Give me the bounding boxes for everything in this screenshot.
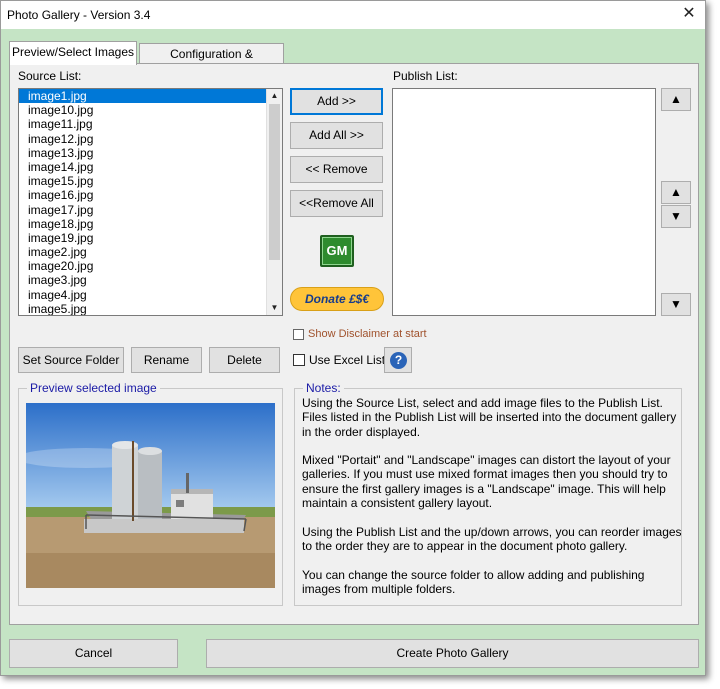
source-list-item[interactable]: image18.jpg [19, 217, 282, 231]
notes-paragraph: Using the Publish List and the up/down a… [302, 524, 682, 553]
show-disclaimer-checkbox[interactable] [293, 329, 304, 340]
delete-button[interactable]: Delete [209, 347, 280, 373]
help-button[interactable]: ? [384, 347, 412, 373]
source-list-scrollbar[interactable]: ▲ ▼ [266, 89, 282, 315]
tab-preview-select-images[interactable]: Preview/Select Images [9, 41, 137, 65]
source-list-item[interactable]: image3.jpg [19, 273, 282, 287]
preview-label: Preview selected image [27, 381, 160, 395]
source-list-items: image1.jpg image10.jpg image11.jpg image12.… [19, 89, 282, 315]
scroll-thumb[interactable] [269, 104, 280, 260]
arrow-up-icon: ▲ [670, 185, 682, 199]
title-bar: Photo Gallery - Version 3.4 ✕ [1, 1, 705, 29]
use-excel-list-checkbox[interactable] [293, 354, 305, 366]
move-bottom-button[interactable]: ▼ [661, 293, 691, 316]
notes-label: Notes: [303, 381, 344, 395]
source-list-item[interactable]: image14.jpg [19, 160, 282, 174]
publish-list-label: Publish List: [393, 69, 458, 83]
source-list-item[interactable]: image13.jpg [19, 146, 282, 160]
tab-configuration-formatting[interactable]: Configuration & Formatting [139, 43, 284, 81]
source-list-item[interactable]: image15.jpg [19, 174, 282, 188]
add-all-button[interactable]: Add All >> [290, 122, 383, 149]
move-top-button[interactable]: ▲ [661, 88, 691, 111]
rename-button[interactable]: Rename [131, 347, 202, 373]
source-list-item[interactable]: image10.jpg [19, 103, 282, 117]
remove-button[interactable]: << Remove [290, 156, 383, 183]
notes-paragraph: Mixed "Portait" and "Landscape" images c… [302, 453, 671, 511]
source-list-item[interactable]: image2.jpg [19, 245, 282, 259]
source-list-item[interactable]: image12.jpg [19, 132, 282, 146]
source-list-item[interactable]: image4.jpg [19, 288, 282, 302]
source-list-item[interactable]: image17.jpg [19, 203, 282, 217]
arrow-down-icon: ▼ [670, 297, 682, 311]
move-up-button[interactable]: ▲ [661, 181, 691, 204]
arrow-down-icon: ▼ [670, 209, 682, 223]
donate-button[interactable]: Donate £$€ [290, 287, 384, 311]
source-list-item[interactable]: image19.jpg [19, 231, 282, 245]
arrow-up-icon: ▲ [670, 92, 682, 106]
source-list-item[interactable]: image16.jpg [19, 188, 282, 202]
publish-list[interactable] [392, 88, 656, 316]
scroll-up-icon[interactable]: ▲ [267, 89, 282, 103]
photo-gallery-window: Photo Gallery - Version 3.4 ✕ Preview/Se… [0, 0, 706, 676]
source-list[interactable]: image1.jpg image10.jpg image11.jpg image12.… [18, 88, 283, 316]
create-photo-gallery-button[interactable]: Create Photo Gallery [206, 639, 699, 668]
set-source-folder-button[interactable]: Set Source Folder [18, 347, 124, 373]
add-button[interactable]: Add >> [290, 88, 383, 115]
source-list-label: Source List: [18, 69, 82, 83]
source-list-item[interactable]: image5.jpg [19, 302, 282, 315]
source-list-item[interactable]: image20.jpg [19, 259, 282, 273]
source-list-item[interactable]: image1.jpg [19, 89, 282, 104]
notes-paragraph: Using the Source List, select and add im… [302, 396, 677, 439]
gm-button[interactable]: GM [320, 235, 354, 267]
use-excel-list-label: Use Excel List [309, 353, 386, 367]
close-icon[interactable]: ✕ [678, 3, 700, 25]
help-icon: ? [390, 352, 407, 369]
show-disclaimer-label: Show Disclaimer at start [308, 328, 427, 340]
move-down-button[interactable]: ▼ [661, 205, 691, 228]
scroll-down-icon[interactable]: ▼ [267, 301, 282, 315]
cancel-button[interactable]: Cancel [9, 639, 178, 668]
preview-image [16, 403, 275, 588]
source-list-item[interactable]: image11.jpg [19, 117, 282, 131]
window-title: Photo Gallery - Version 3.4 [7, 8, 151, 22]
notes-paragraph: You can change the source folder to allo… [302, 567, 645, 596]
notes-text: Using the Source List, select and add im… [302, 396, 682, 610]
remove-all-button[interactable]: <<Remove All [290, 190, 383, 217]
